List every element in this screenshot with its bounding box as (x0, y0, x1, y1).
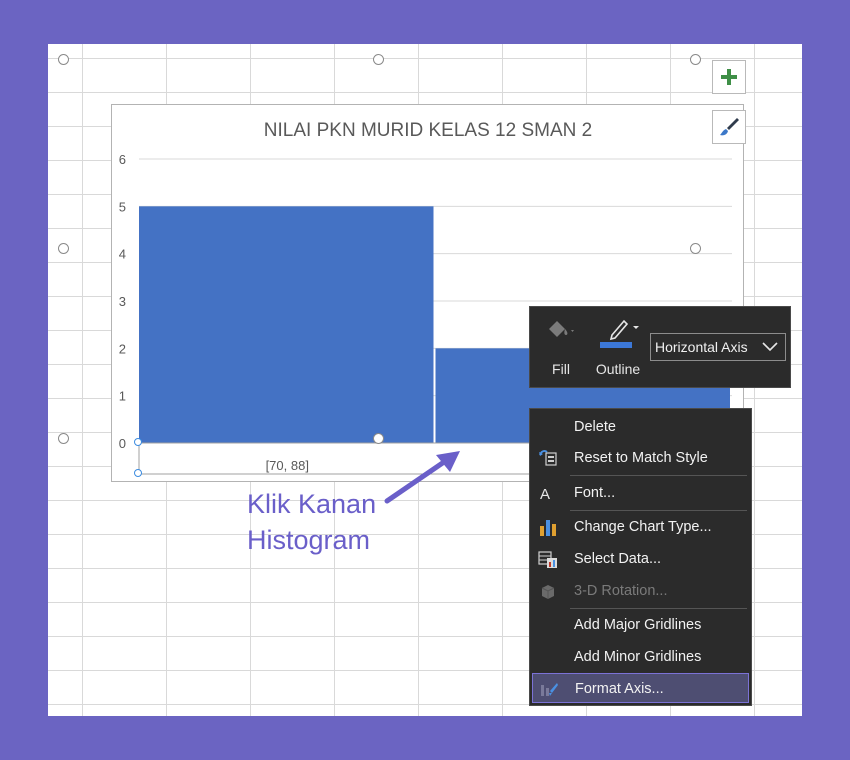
menu-item-font[interactable]: A Font... (530, 478, 751, 508)
y-tick-label: 2 (119, 341, 126, 356)
chart-type-icon (540, 520, 556, 536)
y-tick-label: 0 (119, 436, 126, 451)
x-category-label: [70, 88] (266, 458, 309, 473)
menu-item-label: Add Major Gridlines (574, 617, 702, 633)
axis-selection-handle-bottom-left[interactable] (134, 469, 142, 477)
chart-element-select-value: Horizontal Axis (655, 339, 748, 355)
fill-button[interactable]: Fill (536, 311, 586, 385)
plus-icon (721, 69, 737, 85)
resize-handle-bottom[interactable] (373, 433, 384, 444)
resize-handle-top-left[interactable] (58, 54, 69, 65)
paint-bucket-icon (549, 321, 574, 337)
resize-handle-left[interactable] (58, 243, 69, 254)
menu-item-label: Add Minor Gridlines (574, 649, 702, 665)
menu-item-add-minor-gridlines[interactable]: Add Minor Gridlines (530, 642, 751, 672)
menu-item-label: Select Data... (574, 551, 662, 567)
font-icon: A (540, 486, 550, 502)
fill-label: Fill (552, 361, 570, 377)
y-tick-label: 4 (119, 247, 126, 262)
svg-text:A: A (540, 486, 550, 502)
select-data-icon (538, 551, 557, 568)
reset-style-icon (539, 450, 557, 466)
menu-separator (570, 510, 747, 511)
3d-rotation-icon (541, 585, 555, 599)
chart-styles-button[interactable] (712, 110, 746, 144)
menu-item-reset-to-match-style[interactable]: Reset to Match Style (530, 443, 751, 473)
axis-selection-handle-left[interactable] (134, 438, 142, 446)
annotation-line-2: Histogram (247, 525, 371, 555)
menu-item-label: Font... (574, 485, 616, 501)
y-tick-label: 3 (119, 294, 126, 309)
menu-item-label: 3-D Rotation... (574, 583, 668, 599)
outline-button[interactable]: Outline (588, 311, 648, 385)
menu-item-label: Reset to Match Style (574, 450, 708, 466)
resize-handle-top[interactable] (373, 54, 384, 65)
menu-item-label: Change Chart Type... (574, 519, 712, 535)
annotation-text: Klik Kanan Histogram (247, 486, 376, 558)
menu-item-select-data[interactable]: Select Data... (530, 544, 751, 574)
outline-pen-icon (600, 319, 639, 348)
menu-item-label: Delete (574, 419, 616, 435)
histogram-bar[interactable] (139, 206, 434, 443)
menu-item-change-chart-type[interactable]: Change Chart Type... (530, 512, 751, 542)
resize-handle-top-right[interactable] (690, 54, 701, 65)
menu-separator (570, 475, 747, 476)
mini-toolbar: Fill Outline Horizontal Axis (529, 306, 791, 388)
chart-element-select[interactable]: Horizontal Axis (650, 333, 786, 361)
resize-handle-bottom-left[interactable] (58, 433, 69, 444)
outline-label: Outline (595, 361, 641, 377)
annotation-line-1: Klik Kanan (247, 489, 377, 519)
menu-item-3d-rotation: 3-D Rotation... (530, 576, 751, 606)
menu-item-label: Format Axis... (575, 681, 664, 697)
chart-elements-button[interactable] (712, 60, 746, 94)
menu-item-delete[interactable]: Delete (530, 412, 751, 442)
y-tick-label: 1 (119, 389, 126, 404)
resize-handle-right[interactable] (690, 243, 701, 254)
format-axis-icon (541, 683, 558, 696)
menu-item-add-major-gridlines[interactable]: Add Major Gridlines (530, 610, 751, 640)
menu-separator (570, 608, 747, 609)
chart-title: NILAI PKN MURID KELAS 12 SMAN 2 (264, 120, 592, 141)
chevron-down-icon (761, 335, 779, 365)
y-tick-label: 6 (119, 152, 126, 167)
y-tick-label: 5 (119, 199, 126, 214)
brush-icon (720, 118, 739, 136)
context-menu: Delete Reset to Match Style A Font... Ch… (529, 408, 752, 706)
menu-item-format-axis[interactable]: Format Axis... (532, 673, 749, 703)
